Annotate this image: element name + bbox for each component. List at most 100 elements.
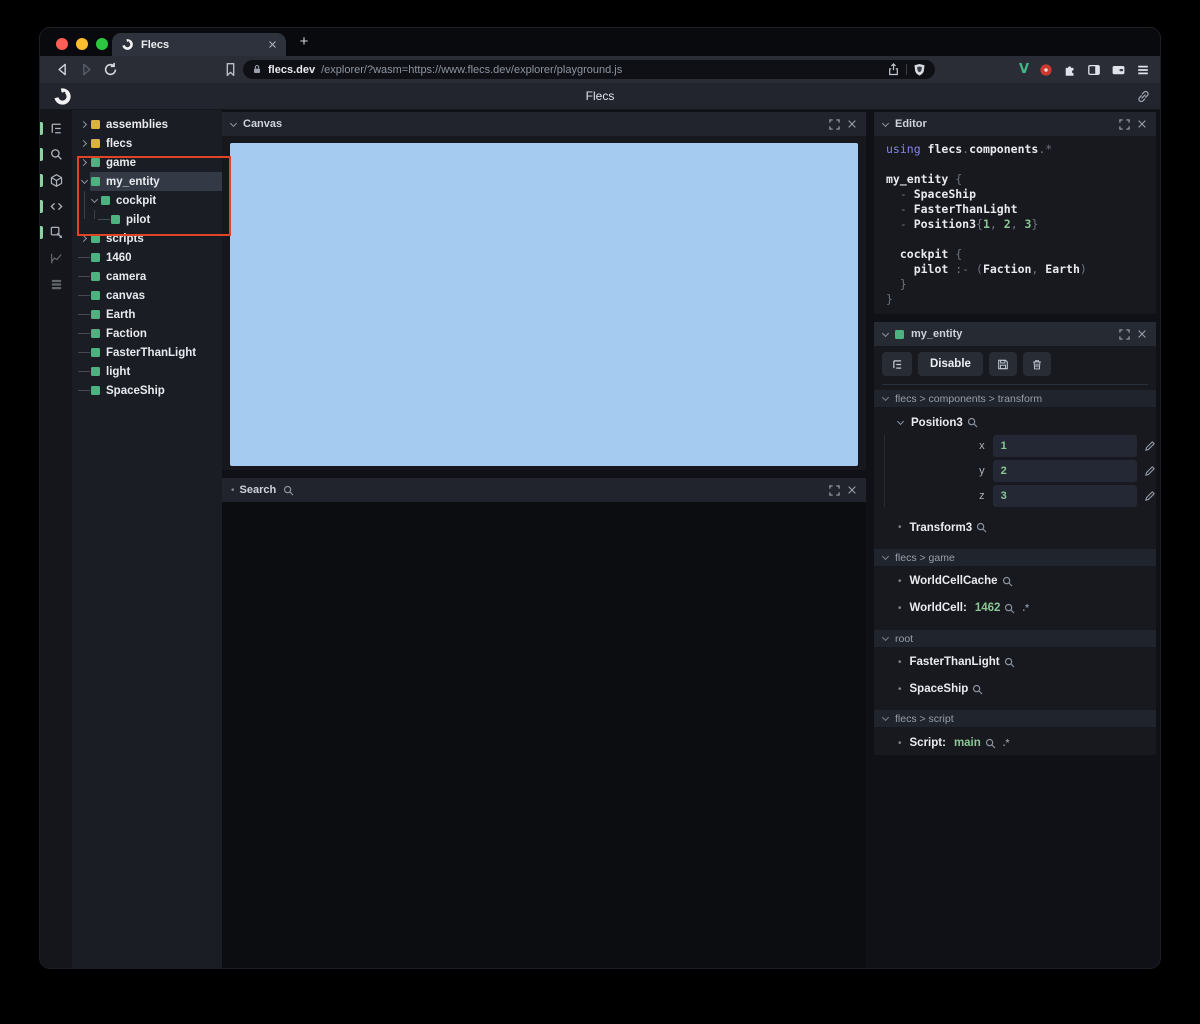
brave-shield-icon[interactable] bbox=[913, 63, 926, 76]
search-icon[interactable] bbox=[283, 485, 294, 496]
nav-stats-button[interactable] bbox=[40, 245, 72, 271]
query-icon[interactable] bbox=[967, 417, 978, 428]
browser-tab[interactable]: Flecs bbox=[112, 33, 286, 56]
section-transform[interactable]: flecs > components > transform bbox=[874, 390, 1156, 407]
tab-close-icon[interactable] bbox=[268, 40, 277, 49]
fullscreen-icon[interactable] bbox=[1119, 118, 1130, 130]
entity-square-icon bbox=[91, 120, 100, 129]
section-script[interactable]: flecs > script bbox=[874, 710, 1156, 727]
tree-item-my-entity[interactable]: my_entity bbox=[72, 172, 222, 191]
search-panel-title: Search bbox=[239, 484, 277, 496]
share-icon[interactable] bbox=[887, 63, 900, 76]
nav-logs-button[interactable] bbox=[40, 271, 72, 297]
nav-search-button[interactable] bbox=[40, 141, 72, 167]
tree-item-spaceship[interactable]: SpaceShip bbox=[72, 381, 222, 400]
search-icon bbox=[50, 148, 62, 160]
y-input[interactable]: 2 bbox=[992, 460, 1137, 482]
tree-item-faction[interactable]: Faction bbox=[72, 324, 222, 343]
component-worldcellcache[interactable]: • WorldCellCache bbox=[874, 572, 1156, 590]
tree-item-canvas[interactable]: canvas bbox=[72, 286, 222, 305]
entity-tree-panel: assemblies flecs game my_entity cockpit bbox=[72, 110, 222, 968]
component-script-main[interactable]: • Script: main .* bbox=[874, 734, 1156, 752]
tree-item-cockpit[interactable]: cockpit bbox=[72, 191, 222, 210]
show-in-tree-button[interactable] bbox=[882, 352, 912, 376]
render-canvas[interactable] bbox=[230, 143, 858, 466]
component-worldcell[interactable]: • WorldCell: 1462 .* bbox=[874, 599, 1156, 617]
tree-item-scripts[interactable]: scripts bbox=[72, 229, 222, 248]
close-icon[interactable] bbox=[1137, 119, 1147, 129]
entity-square-icon bbox=[91, 158, 100, 167]
editor-panel-header: Editor bbox=[874, 112, 1156, 136]
collapse-chevron-icon[interactable] bbox=[881, 119, 890, 127]
tree-item-earth[interactable]: Earth bbox=[72, 305, 222, 324]
query-icon[interactable] bbox=[1004, 603, 1015, 614]
tree-item-camera[interactable]: camera bbox=[72, 267, 222, 286]
share-link-icon[interactable] bbox=[1136, 89, 1151, 104]
extensions-puzzle-icon[interactable] bbox=[1063, 63, 1077, 77]
close-icon[interactable] bbox=[847, 485, 857, 495]
code-editor[interactable]: using flecs.components.* my_entity { - S… bbox=[874, 136, 1156, 307]
query-icon[interactable] bbox=[976, 522, 987, 533]
expand-chevron-icon[interactable] bbox=[78, 138, 90, 150]
tree-item-assemblies[interactable]: assemblies bbox=[72, 115, 222, 134]
delete-button[interactable] bbox=[1022, 352, 1051, 376]
sidebar-panel-icon[interactable] bbox=[1087, 63, 1101, 77]
component-position3[interactable]: Position3 bbox=[874, 414, 1156, 431]
tree-item-flecs[interactable]: flecs bbox=[72, 134, 222, 153]
red-extension-icon[interactable] bbox=[1039, 63, 1053, 77]
minimize-window-button[interactable] bbox=[76, 38, 88, 50]
collapse-chevron-icon[interactable] bbox=[78, 176, 90, 188]
wallet-icon[interactable] bbox=[1111, 63, 1126, 77]
entity-square-icon bbox=[91, 329, 100, 338]
fullscreen-icon[interactable] bbox=[829, 484, 840, 496]
tree-item-fasterthanlight[interactable]: FasterThanLight bbox=[72, 343, 222, 362]
tree-item-1460[interactable]: 1460 bbox=[72, 248, 222, 267]
reload-icon[interactable] bbox=[102, 61, 119, 78]
x-input[interactable]: 1 bbox=[992, 435, 1137, 457]
bookmark-icon[interactable] bbox=[222, 61, 239, 78]
close-icon[interactable] bbox=[1137, 329, 1147, 339]
nav-hierarchy-button[interactable] bbox=[40, 115, 72, 141]
save-button[interactable] bbox=[988, 352, 1017, 376]
fullscreen-icon[interactable] bbox=[1119, 328, 1130, 340]
menu-icon[interactable] bbox=[1136, 63, 1150, 77]
fullscreen-icon[interactable] bbox=[829, 118, 840, 130]
query-icon[interactable] bbox=[1002, 576, 1013, 587]
expand-chevron-icon[interactable] bbox=[78, 233, 90, 245]
nav-entities-button[interactable] bbox=[40, 167, 72, 193]
collapse-chevron-icon[interactable] bbox=[881, 329, 890, 337]
vue-devtools-icon[interactable]: V bbox=[1019, 62, 1029, 77]
tree-item-light[interactable]: light bbox=[72, 362, 222, 381]
tree-item-game[interactable]: game bbox=[72, 153, 222, 172]
query-icon[interactable] bbox=[972, 684, 983, 695]
section-game[interactable]: flecs > game bbox=[874, 549, 1156, 566]
collapse-chevron-icon[interactable] bbox=[88, 195, 100, 207]
edit-pencil-icon[interactable] bbox=[1144, 440, 1156, 452]
collapse-chevron-icon[interactable] bbox=[229, 119, 238, 127]
expand-chevron-icon[interactable] bbox=[78, 157, 90, 169]
edit-pencil-icon[interactable] bbox=[1144, 465, 1156, 477]
section-root[interactable]: root bbox=[874, 630, 1156, 647]
zoom-window-button[interactable] bbox=[96, 38, 108, 50]
component-spaceship[interactable]: • SpaceShip bbox=[874, 680, 1156, 698]
close-icon[interactable] bbox=[847, 119, 857, 129]
expand-chevron-icon[interactable] bbox=[78, 119, 90, 131]
nav-code-button[interactable] bbox=[40, 193, 72, 219]
component-transform3[interactable]: • Transform3 bbox=[874, 519, 1156, 536]
address-bar[interactable]: flecs.dev/explorer/?wasm=https://www.fle… bbox=[243, 60, 935, 79]
new-tab-button[interactable]: + bbox=[296, 34, 312, 50]
disable-button[interactable]: Disable bbox=[918, 352, 983, 376]
canvas-panel-title: Canvas bbox=[243, 118, 283, 130]
query-icon[interactable] bbox=[1004, 657, 1015, 668]
query-icon[interactable] bbox=[985, 738, 996, 749]
nav-inspect-button[interactable] bbox=[40, 219, 72, 245]
component-fasterthanlight[interactable]: • FasterThanLight bbox=[874, 653, 1156, 671]
canvas-panel-header: Canvas bbox=[222, 112, 866, 136]
back-icon[interactable] bbox=[54, 61, 71, 78]
entity-square-icon bbox=[91, 348, 100, 357]
tree-line bbox=[78, 294, 90, 297]
z-input[interactable]: 3 bbox=[992, 485, 1137, 507]
close-window-button[interactable] bbox=[56, 38, 68, 50]
edit-pencil-icon[interactable] bbox=[1144, 490, 1156, 502]
forward-icon[interactable] bbox=[78, 61, 95, 78]
